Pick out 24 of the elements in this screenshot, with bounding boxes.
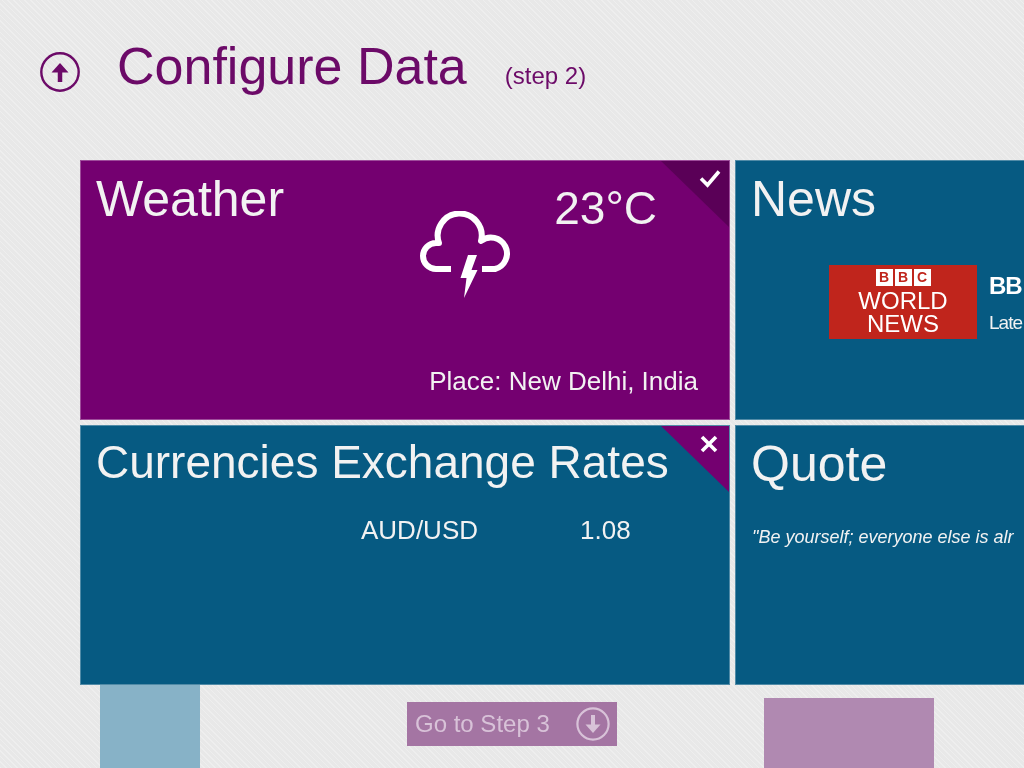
temperature: 23°C <box>554 182 657 235</box>
rate-value: 1.08 <box>580 515 631 545</box>
logo-letter: B <box>875 268 893 286</box>
page-title: Configure Data <box>117 36 467 96</box>
tile-title: Currencies Exchange Rates <box>96 436 669 489</box>
logo-letter: C <box>913 268 931 286</box>
quote-tile[interactable]: Quote "Be yourself; everyone else is alr <box>735 425 1024 685</box>
currency-pair: AUD/USD <box>361 515 478 545</box>
logo-letter: B <box>894 268 912 286</box>
news-source: BB <box>989 271 1022 300</box>
check-icon[interactable] <box>660 161 729 228</box>
step-label: (step 2) <box>504 62 587 90</box>
tile-title: Quote <box>751 436 888 494</box>
tile-title: News <box>751 171 877 229</box>
location-text: Place: New Delhi, India <box>429 366 698 396</box>
quote-text: "Be yourself; everyone else is alr <box>752 525 1015 549</box>
news-tile[interactable]: News B B C WORLD NEWS BB Late <box>735 160 1024 420</box>
logo-text: NEWS <box>867 311 939 335</box>
currency-tile[interactable]: Currencies Exchange Rates AUD/USD 1.08 <box>80 425 730 685</box>
cloud-lightning-icon <box>419 211 513 299</box>
logo-text: WORLD <box>858 288 948 312</box>
tile-title: Weather <box>96 171 285 229</box>
weather-tile[interactable]: Weather 23°C Place: New Delhi, India <box>80 160 730 420</box>
news-summary: Late <box>989 310 1022 335</box>
